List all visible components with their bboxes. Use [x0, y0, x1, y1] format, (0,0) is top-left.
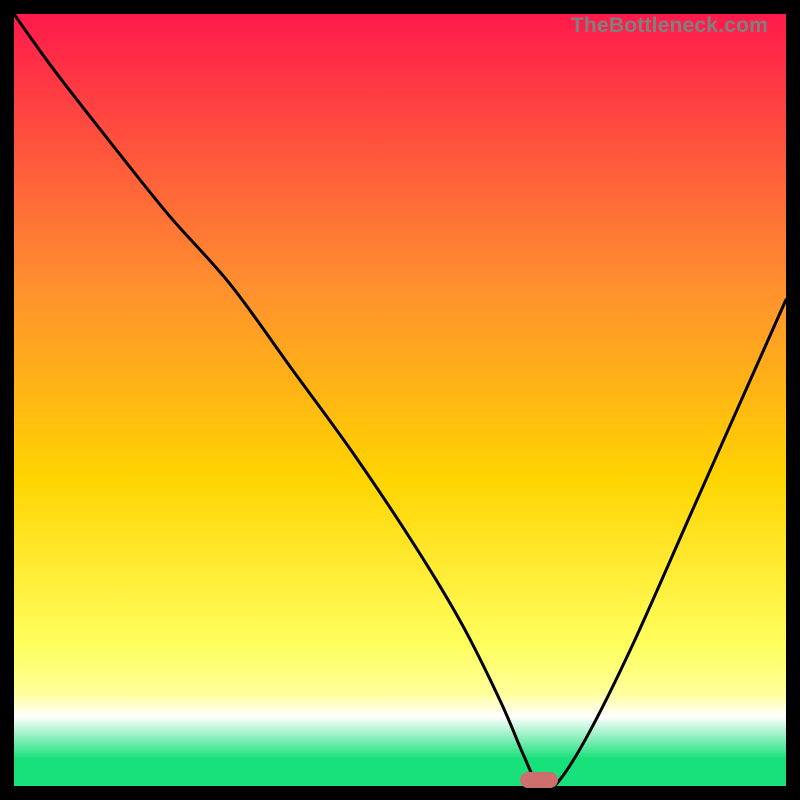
- chart-frame: TheBottleneck.com: [14, 14, 786, 786]
- watermark-text: TheBottleneck.com: [571, 14, 768, 38]
- bottleneck-chart: [14, 14, 786, 786]
- optimal-point-marker: [520, 772, 558, 788]
- gradient-background: [14, 14, 786, 786]
